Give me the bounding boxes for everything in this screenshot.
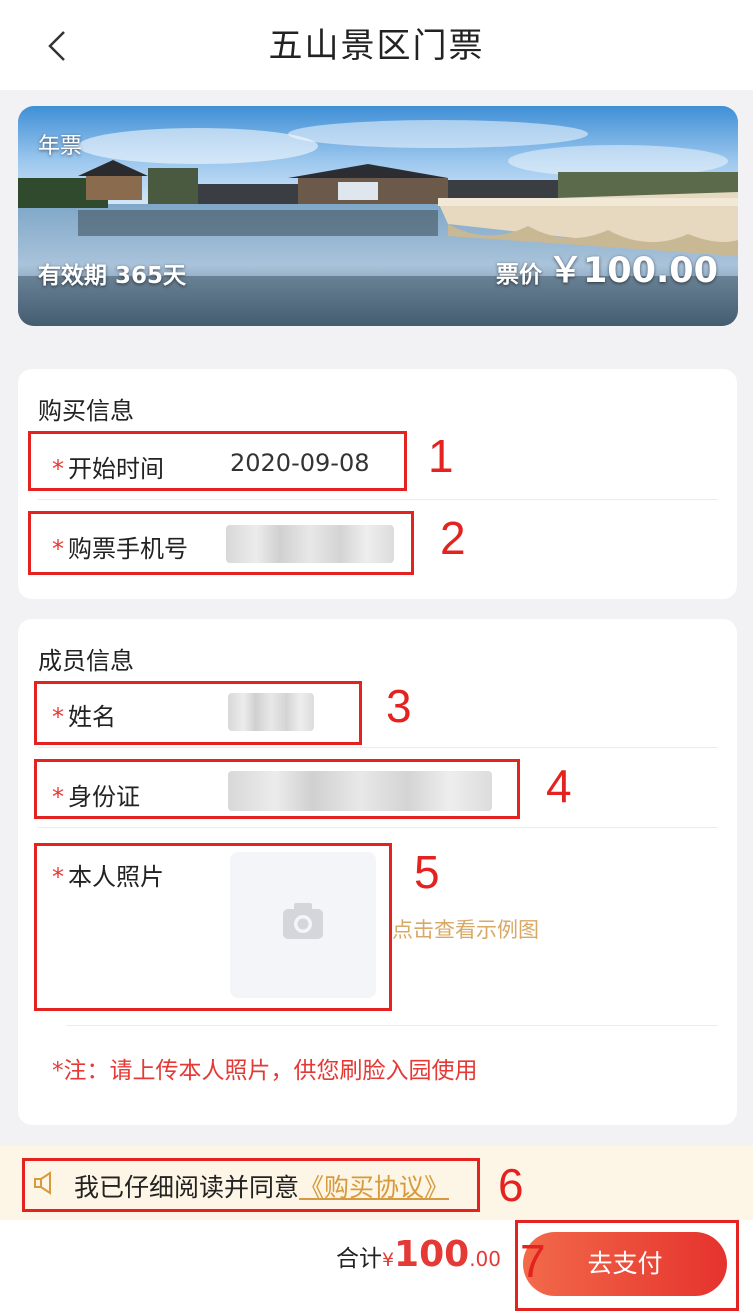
annotation-box-4 bbox=[34, 759, 520, 819]
annotation-number-6: 6 bbox=[498, 1159, 524, 1211]
total-amount: 合计¥100.00 bbox=[336, 1234, 501, 1275]
example-image-link[interactable]: 点击查看示例图 bbox=[392, 914, 539, 944]
annotation-box-3 bbox=[34, 681, 362, 745]
divider bbox=[38, 827, 718, 828]
annotation-number-1: 1 bbox=[428, 430, 454, 482]
section-title-purchase: 购买信息 bbox=[38, 397, 134, 425]
annotation-box-7 bbox=[515, 1220, 739, 1311]
annotation-box-1 bbox=[28, 431, 407, 491]
page-title: 五山景区门票 bbox=[268, 26, 485, 66]
annotation-box-6 bbox=[22, 1158, 480, 1212]
chevron-left-icon bbox=[48, 31, 65, 61]
price-display: 票价 ￥100.00 bbox=[496, 242, 718, 293]
member-info-card: 成员信息 * 姓名 * 身份证 * 本人照片 点击查看示例图 *注：请上传本人照片，供… bbox=[18, 619, 737, 1125]
price-label: 票价 bbox=[495, 262, 542, 288]
total-decimal: .00 bbox=[469, 1247, 501, 1271]
annotation-number-7: 7 bbox=[520, 1235, 546, 1287]
annotation-box-2 bbox=[28, 511, 414, 575]
ticket-banner: 年票 有效期 365天 票价 ￥100.00 bbox=[18, 106, 738, 326]
bottom-bar: 合计¥100.00 去支付 7 bbox=[0, 1220, 753, 1311]
annotation-box-5 bbox=[34, 843, 392, 1011]
divider bbox=[38, 499, 718, 500]
validity-text: 有效期 365天 bbox=[38, 263, 187, 289]
total-integer: 100 bbox=[394, 1234, 470, 1275]
annotation-number-5: 5 bbox=[414, 846, 440, 898]
ticket-type-tag: 年票 bbox=[38, 134, 83, 159]
divider bbox=[38, 747, 718, 748]
agreement-bar: 我已仔细阅读并同意《购买协议》 6 bbox=[0, 1146, 753, 1220]
purchase-info-card: 购买信息 * 开始时间 2020-09-08 * 购票手机号 1 2 bbox=[18, 369, 737, 599]
divider bbox=[66, 1025, 718, 1026]
back-button[interactable] bbox=[38, 24, 78, 68]
annotation-number-3: 3 bbox=[386, 680, 412, 732]
scenic-photo bbox=[18, 106, 738, 326]
annotation-number-4: 4 bbox=[546, 760, 572, 812]
top-bar: 五山景区门票 bbox=[0, 0, 753, 90]
price-value: ￥100.00 bbox=[547, 251, 718, 291]
photo-note: *注：请上传本人照片，供您刷脸入园使用 bbox=[52, 1058, 478, 1084]
total-label: 合计 bbox=[335, 1246, 382, 1272]
total-currency: ¥ bbox=[381, 1249, 395, 1271]
annotation-number-2: 2 bbox=[440, 512, 466, 564]
section-title-member: 成员信息 bbox=[38, 647, 134, 675]
